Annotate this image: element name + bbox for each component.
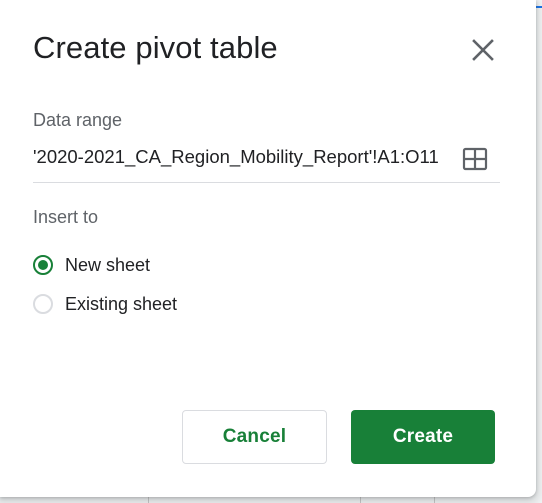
new-sheet-label: New sheet [65, 254, 151, 275]
dialog-title: Create pivot table [33, 30, 278, 65]
existing-sheet-label: Existing sheet [65, 293, 178, 314]
data-range-field[interactable]: '2020-2021_CA_Region_Mobility_Report'!A1… [33, 140, 500, 183]
grid-line [360, 497, 361, 503]
grid-icon[interactable] [462, 147, 488, 171]
close-icon [472, 39, 494, 61]
grid-line [434, 497, 435, 503]
create-button[interactable]: Create [351, 410, 495, 464]
existing-sheet-option[interactable]: Existing sheet [33, 291, 177, 317]
new-sheet-option[interactable]: New sheet [33, 252, 150, 278]
cancel-button[interactable]: Cancel [182, 410, 327, 464]
data-range-label: Data range [33, 110, 123, 130]
create-pivot-table-dialog: Create pivot table Data range '2020-2021… [0, 0, 536, 497]
grid-line [148, 497, 149, 503]
selection-indicator [536, 6, 542, 8]
existing-sheet-radio[interactable] [33, 294, 53, 314]
data-range-value[interactable]: '2020-2021_CA_Region_Mobility_Report'!A1… [33, 146, 439, 168]
insert-to-label: Insert to [33, 207, 99, 227]
close-button[interactable] [464, 32, 502, 70]
new-sheet-radio[interactable] [33, 255, 53, 275]
